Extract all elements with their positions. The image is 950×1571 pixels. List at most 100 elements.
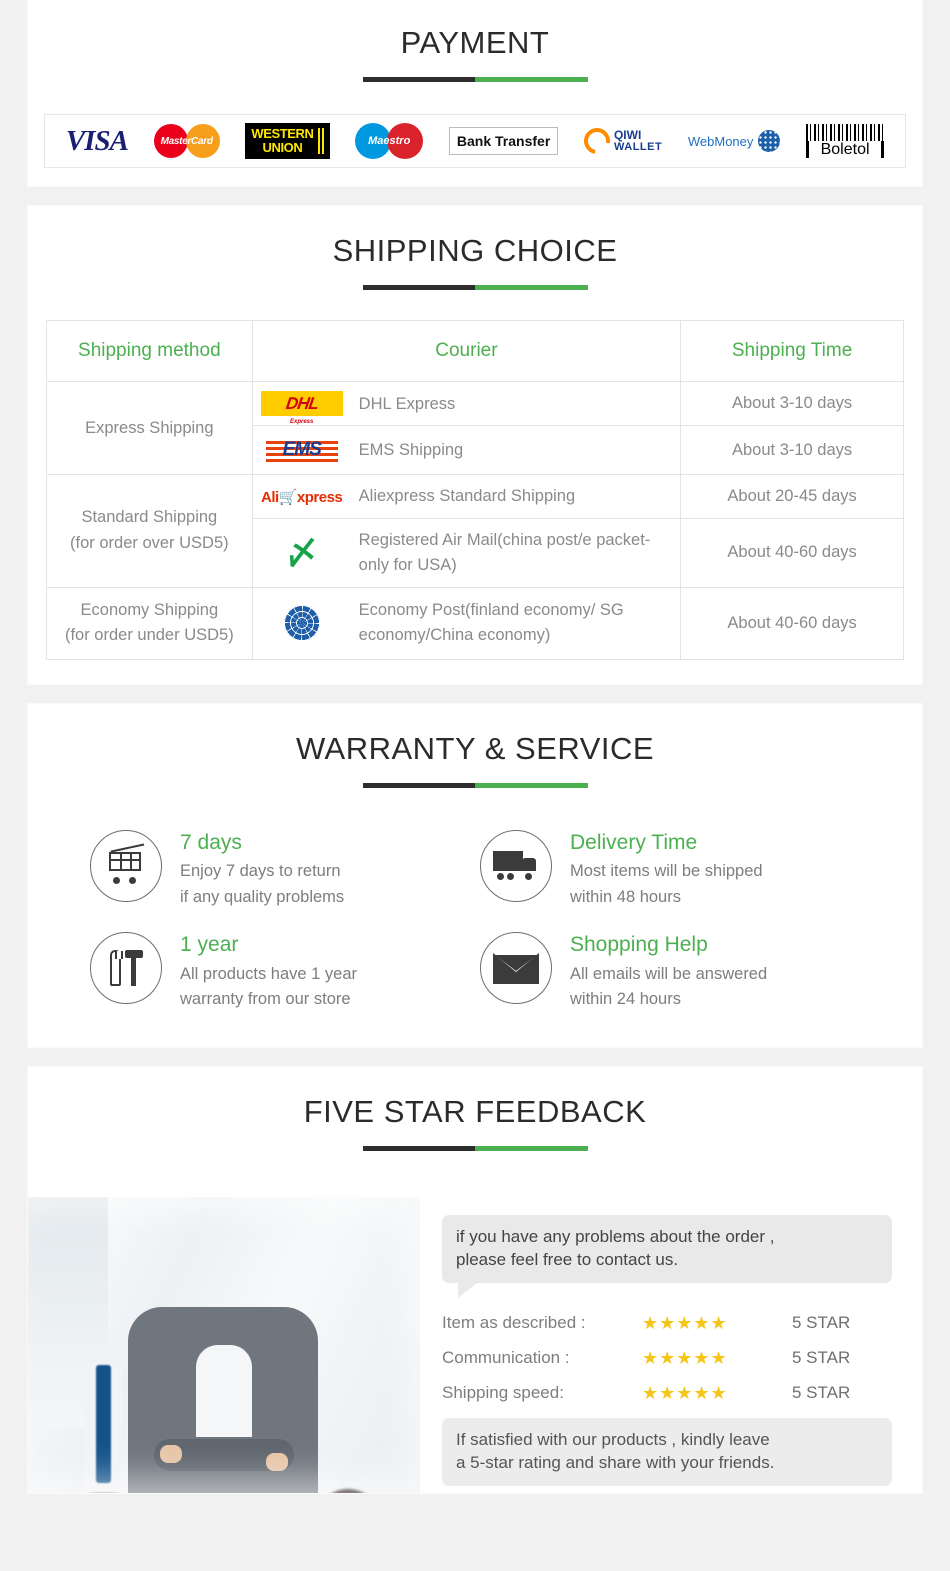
mastercard-logo: MasterCard bbox=[153, 119, 220, 163]
shipping-time: About 40-60 days bbox=[680, 586, 904, 660]
section-divider bbox=[362, 77, 588, 83]
tools-icon bbox=[90, 932, 162, 1005]
divider-green bbox=[475, 782, 588, 788]
divider-green bbox=[475, 285, 588, 291]
warranty-item-line2: within 48 hours bbox=[570, 887, 681, 906]
divider-green bbox=[475, 1145, 588, 1151]
divider-dark bbox=[362, 77, 475, 83]
webmoney-logo: WebMoney bbox=[688, 119, 781, 163]
maestro-label: Maestro bbox=[368, 135, 411, 148]
section-divider bbox=[362, 1145, 588, 1151]
feedback-section: FIVE STAR FEEDBACK if you have any probl… bbox=[28, 1066, 922, 1493]
feedback-body: if you have any problems about the order… bbox=[28, 1196, 922, 1493]
rating-list: Item as described : ★★★★★ 5 STAR Communi… bbox=[442, 1313, 892, 1404]
western-union-logo: WESTERN UNION bbox=[245, 119, 330, 163]
warranty-item-support: Shopping Help All emails will be answere… bbox=[480, 932, 870, 1012]
dhl-logo: DHL Express bbox=[259, 391, 345, 425]
courier-name: Aliexpress Standard Shipping bbox=[358, 487, 576, 506]
bubble-line1: if you have any problems about the order… bbox=[456, 1226, 775, 1246]
note-line1: If satisfied with our products , kindly … bbox=[456, 1429, 770, 1449]
method-standard: Standard Shipping (for order over USD5) bbox=[46, 474, 253, 588]
courier-name: Registered Air Mail(china post/e packet-… bbox=[358, 531, 651, 574]
western-union-line1: WESTERN bbox=[251, 126, 314, 142]
shipping-time: About 40-60 days bbox=[680, 518, 904, 588]
webmoney-globe-icon bbox=[758, 130, 781, 153]
courier-ems: EMS EMS Shipping bbox=[251, 425, 682, 476]
rating-value: 5 STAR bbox=[792, 1348, 851, 1368]
warranty-item-line1: Most items will be shipped bbox=[570, 862, 763, 881]
warranty-item-delivery: Delivery Time Most items will be shipped… bbox=[480, 829, 870, 910]
courier-name: Economy Post(finland economy/ SG economy… bbox=[358, 601, 624, 645]
warranty-item-returns: 7 days Enjoy 7 days to return if any qua… bbox=[90, 829, 480, 910]
courier-name: EMS Shipping bbox=[358, 441, 464, 459]
table-row: Economy Shipping (for order under USD5) … bbox=[46, 586, 904, 660]
method-sublabel: (for order under USD5) bbox=[64, 626, 234, 645]
warranty-section: WARRANTY & SERVICE 7 days Enjoy 7 days t… bbox=[28, 703, 922, 1047]
divider-dark bbox=[362, 782, 475, 788]
qiwi-line2: WALLET bbox=[613, 141, 663, 154]
payment-title: PAYMENT bbox=[400, 25, 550, 60]
visa-logo: VISA bbox=[65, 119, 129, 163]
table-header-row: Shipping method Courier Shipping Time bbox=[46, 320, 904, 383]
qiwi-wallet-logo: QIWI WALLET bbox=[578, 119, 663, 163]
rating-label: Communication : bbox=[442, 1348, 570, 1368]
rating-label: Shipping speed: bbox=[442, 1383, 564, 1403]
feedback-details: if you have any problems about the order… bbox=[420, 1197, 922, 1486]
warranty-title: WARRANTY & SERVICE bbox=[295, 730, 655, 766]
courier-economy-post: Economy Post(finland economy/ SG economy… bbox=[251, 586, 682, 660]
shipping-time: About 20-45 days bbox=[680, 474, 904, 520]
star-rating-icon: ★★★★★ bbox=[642, 1312, 728, 1333]
method-economy: Economy Shipping (for order under USD5) bbox=[46, 586, 253, 660]
maestro-logo: Maestro bbox=[355, 119, 424, 163]
method-label: Economy Shipping bbox=[80, 600, 219, 619]
warranty-item-warranty: 1 year All products have 1 year warranty… bbox=[90, 932, 480, 1012]
table-row: Standard Shipping (for order over USD5) … bbox=[46, 474, 904, 588]
note-line2: a 5-star rating and share with your frie… bbox=[456, 1452, 775, 1472]
shipping-time: About 3-10 days bbox=[680, 381, 904, 427]
table-row: Express Shipping DHL Express DHL Express … bbox=[46, 381, 904, 476]
warranty-item-title: 1 year bbox=[180, 933, 239, 957]
warranty-item-title: Shopping Help bbox=[570, 933, 708, 957]
rating-value: 5 STAR bbox=[792, 1313, 851, 1333]
bank-transfer-logo: Bank Transfer bbox=[448, 119, 559, 163]
shipping-time: About 3-10 days bbox=[680, 425, 904, 476]
team-photo bbox=[28, 1196, 420, 1493]
shipping-title: SHIPPING CHOICE bbox=[332, 233, 618, 269]
warranty-item-line1: All products have 1 year bbox=[180, 964, 358, 983]
rating-row-item-as-described: Item as described : ★★★★★ 5 STAR bbox=[442, 1313, 892, 1334]
warranty-item-line2: if any quality problems bbox=[180, 887, 345, 906]
star-rating-icon: ★★★★★ bbox=[642, 1347, 728, 1368]
bubble-line2: please feel free to contact us. bbox=[456, 1249, 679, 1269]
qiwi-q-icon bbox=[578, 123, 616, 160]
method-label: Standard Shipping bbox=[81, 508, 218, 527]
contact-bubble: if you have any problems about the order… bbox=[442, 1214, 892, 1298]
method-sublabel: (for order over USD5) bbox=[70, 534, 229, 552]
header-courier: Courier bbox=[251, 320, 682, 383]
divider-dark bbox=[362, 285, 475, 291]
rating-label: Item as described : bbox=[442, 1313, 586, 1333]
qiwi-line1: QIWI bbox=[613, 128, 642, 143]
truck-icon bbox=[480, 829, 552, 902]
rating-request-note: If satisfied with our products , kindly … bbox=[442, 1417, 892, 1486]
shipping-table: Shipping method Courier Shipping Time Ex… bbox=[46, 320, 904, 660]
payment-methods-strip: VISA MasterCard WESTERN UNION Maestro Ba… bbox=[44, 114, 906, 169]
visa-label: VISA bbox=[65, 124, 129, 157]
courier-aliexpress: Ali🛒xpress Aliexpress Standard Shipping bbox=[251, 474, 682, 520]
page-root: PAYMENT VISA MasterCard WESTERN UNION Ma… bbox=[0, 0, 950, 1493]
section-divider bbox=[362, 285, 588, 291]
warranty-item-line2: warranty from our store bbox=[180, 990, 351, 1009]
cart-icon bbox=[90, 829, 162, 902]
courier-dhl: DHL Express DHL Express bbox=[251, 381, 682, 427]
divider-green bbox=[475, 77, 588, 83]
mastercard-label: MasterCard bbox=[160, 135, 213, 147]
rating-value: 5 STAR bbox=[792, 1383, 851, 1403]
shipping-section: SHIPPING CHOICE Shipping method Courier … bbox=[28, 206, 922, 684]
method-label: Express Shipping bbox=[85, 418, 214, 437]
payment-section: PAYMENT VISA MasterCard WESTERN UNION Ma… bbox=[28, 0, 922, 187]
courier-china-post: 〆 Registered Air Mail(china post/e packe… bbox=[251, 518, 682, 588]
warranty-item-line2: within 24 hours bbox=[570, 990, 681, 1009]
courier-name: DHL Express bbox=[358, 394, 456, 413]
bank-transfer-label: Bank Transfer bbox=[448, 127, 559, 156]
rating-row-shipping-speed: Shipping speed: ★★★★★ 5 STAR bbox=[442, 1383, 892, 1404]
header-shipping-method: Shipping method bbox=[46, 320, 253, 383]
